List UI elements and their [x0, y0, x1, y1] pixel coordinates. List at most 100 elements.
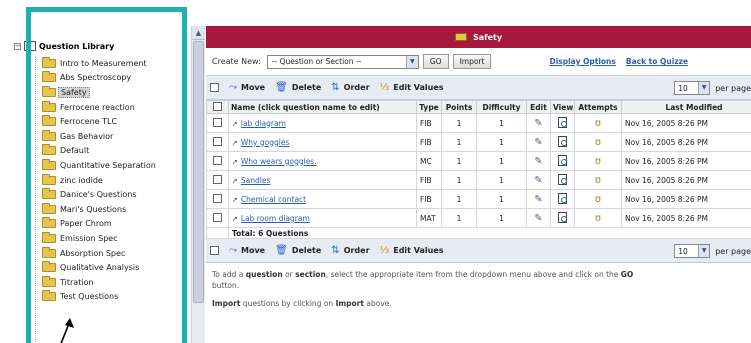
go-button[interactable]: GO: [422, 54, 449, 69]
create-new-select[interactable]: -- Question or Section -- ▼: [266, 54, 419, 69]
attempts-icon[interactable]: ʊ: [595, 213, 601, 224]
display-options-link[interactable]: Display Options: [549, 57, 615, 66]
back-to-quizzes-link[interactable]: Back to Quizze: [626, 57, 688, 66]
edit-icon[interactable]: ✎: [534, 156, 542, 167]
edit-icon[interactable]: ✎: [534, 118, 542, 129]
folder-icon: [42, 275, 56, 287]
sidebar-folder-item[interactable]: Mari's Questions: [42, 202, 202, 217]
question-name-link[interactable]: Sandles: [241, 176, 270, 185]
help-text-part: above.: [363, 299, 392, 308]
sidebar-folder-item[interactable]: Ferrocene TLC: [42, 114, 202, 129]
sidebar-folder-item[interactable]: Intro to Measurement: [42, 56, 202, 71]
view-icon[interactable]: [558, 154, 567, 166]
help-text-bold: Import: [335, 299, 364, 308]
move-button[interactable]: ⤳ Move: [229, 82, 265, 93]
delete-button[interactable]: 🗑 Delete: [275, 82, 321, 93]
per-page-select[interactable]: 10 ▼: [674, 81, 711, 95]
sidebar-folder-item[interactable]: Default: [42, 144, 202, 159]
question-name-link[interactable]: lab diagram: [241, 119, 286, 128]
folder-list: Intro to Measurement Abs Spectroscopy Safe…: [42, 56, 202, 304]
row-checkbox[interactable]: [213, 193, 222, 203]
help-text-part: button.: [212, 281, 240, 290]
sidebar-folder-item[interactable]: Qualitative Analysis: [42, 260, 202, 275]
help-text: To add a question or section, select the…: [206, 263, 751, 309]
question-last-modified: Nov 16, 2005 8:26 PM: [621, 189, 751, 209]
question-name-link[interactable]: Who wears goggles.: [241, 157, 317, 166]
select-all-checkbox[interactable]: [210, 83, 219, 92]
per-page-select-bottom[interactable]: 10 ▼: [674, 244, 711, 258]
sidebar-folder-item[interactable]: Absorption Spec: [42, 246, 202, 261]
sidebar-folder-item[interactable]: Quantitative Separation: [42, 158, 202, 173]
attempts-icon[interactable]: ʊ: [595, 137, 601, 148]
sidebar-folder-item[interactable]: Test Questions: [42, 290, 202, 305]
attempts-icon[interactable]: ʊ: [595, 175, 601, 186]
row-checkbox[interactable]: [213, 155, 222, 165]
order-button[interactable]: ⇅ Order: [331, 82, 369, 93]
table-row: ➚ Why goggles FIB 1 1 ✎ ʊ Nov 16, 2005 8:26 PM: [206, 132, 751, 152]
chevron-down-icon[interactable]: ▼: [698, 82, 710, 94]
edit-icon[interactable]: ✎: [534, 213, 542, 224]
header-points[interactable]: Points: [441, 100, 477, 114]
sidebar-folder-item[interactable]: Emission Spec: [42, 231, 202, 246]
sidebar-folder-item[interactable]: Abs Spectroscopy: [42, 71, 202, 86]
folder-icon: [42, 231, 56, 243]
question-name-cell: ➚ Chemical contact: [228, 189, 417, 209]
tree-root[interactable]: − Question Library: [14, 40, 114, 52]
header-difficulty[interactable]: Difficulty: [476, 100, 527, 114]
view-icon[interactable]: [558, 192, 567, 204]
folder-icon: [42, 188, 56, 200]
question-type: MAT: [416, 208, 442, 228]
edit-values-button[interactable]: ⅓ Edit Values: [380, 82, 444, 93]
question-name-link[interactable]: Lab room diagram: [241, 214, 310, 223]
question-name-link[interactable]: Why goggles: [241, 138, 289, 147]
sidebar-folder-label: Ferrocene reaction: [60, 102, 135, 112]
header-type[interactable]: Type: [416, 100, 442, 114]
scrollbar-thumb[interactable]: [193, 41, 204, 303]
chevron-down-icon[interactable]: ▼: [405, 55, 418, 68]
header-name[interactable]: Name (click question name to edit): [228, 100, 417, 114]
chevron-down-icon[interactable]: ▼: [698, 245, 710, 257]
view-icon[interactable]: [558, 135, 567, 147]
row-checkbox[interactable]: [213, 117, 222, 127]
sidebar-folder-item[interactable]: Safety: [42, 85, 202, 100]
attempts-icon[interactable]: ʊ: [595, 118, 601, 129]
sidebar-folder-item[interactable]: Ferrocene reaction: [42, 100, 202, 115]
sidebar-folder-label: Mari's Questions: [60, 204, 127, 214]
scroll-up-icon[interactable]: ▲: [192, 26, 205, 40]
section-title: Safety: [472, 32, 503, 42]
header-checkbox[interactable]: [213, 101, 222, 111]
move-button-bottom[interactable]: ⤳ Move: [229, 245, 265, 256]
row-checkbox[interactable]: [213, 212, 222, 222]
edit-icon[interactable]: ✎: [534, 175, 542, 186]
sidebar-folder-item[interactable]: Gas Behavior: [42, 129, 202, 144]
view-icon[interactable]: [558, 211, 567, 223]
view-icon[interactable]: [558, 116, 567, 128]
collapse-icon[interactable]: −: [14, 42, 21, 50]
view-icon[interactable]: [558, 173, 567, 185]
per-page-control: 10 ▼ per page: [674, 81, 751, 95]
question-difficulty: 1: [476, 170, 527, 190]
edit-values-button-bottom[interactable]: ⅓ Edit Values: [380, 245, 444, 256]
folder-icon: [42, 85, 56, 97]
row-checkbox[interactable]: [213, 136, 222, 146]
order-button-bottom[interactable]: ⇅ Order: [331, 245, 369, 256]
select-all-checkbox-bottom[interactable]: [210, 246, 219, 255]
attempts-icon[interactable]: ʊ: [595, 194, 601, 205]
header-last-modified[interactable]: Last Modified: [621, 100, 751, 114]
sidebar-folder-item[interactable]: zinc iodide: [42, 173, 202, 188]
sidebar-folder-label: Quantitative Separation: [60, 160, 156, 170]
sidebar-folder-item[interactable]: Titration: [42, 275, 202, 290]
question-name-link[interactable]: Chemical contact: [241, 195, 306, 204]
row-checkbox[interactable]: [213, 174, 222, 184]
sidebar-folder-item[interactable]: Paper Chrom: [42, 217, 202, 232]
question-difficulty: 1: [476, 208, 527, 228]
sidebar-scrollbar[interactable]: ▲: [191, 26, 205, 343]
delete-button-bottom[interactable]: 🗑 Delete: [275, 245, 321, 256]
edit-icon[interactable]: ✎: [534, 137, 542, 148]
import-button[interactable]: Import: [452, 54, 492, 69]
edit-icon[interactable]: ✎: [534, 194, 542, 205]
folder-icon: [42, 100, 56, 112]
attempts-icon[interactable]: ʊ: [595, 156, 601, 167]
sidebar-folder-item[interactable]: Danice's Questions: [42, 187, 202, 202]
question-name-cell: ➚ Lab room diagram: [228, 208, 417, 228]
